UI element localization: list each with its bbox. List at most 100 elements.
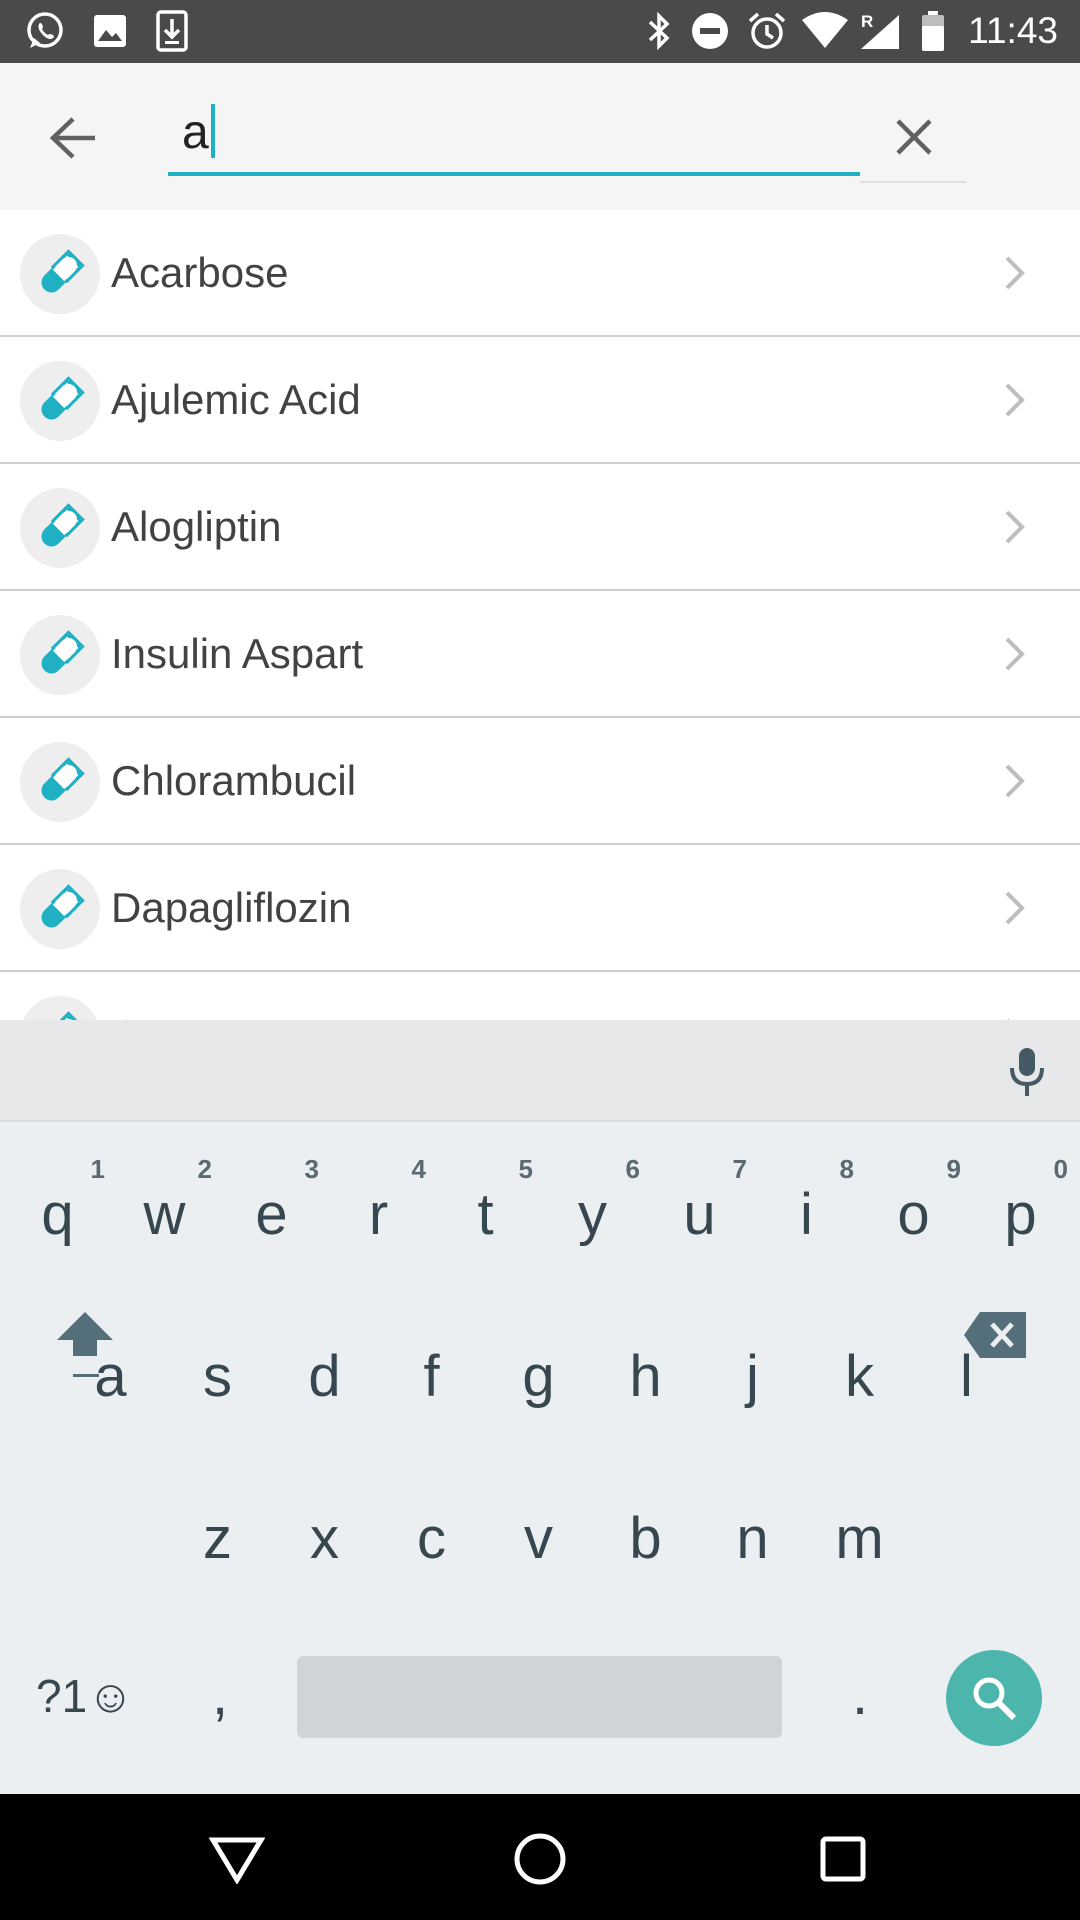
key-z[interactable]: z [164,1482,271,1602]
key-h[interactable]: h [592,1320,699,1440]
symbols-emoji-key[interactable]: ?1☺ [36,1668,134,1724]
key-w[interactable]: w2 [111,1154,218,1278]
wifi-icon [800,10,850,52]
key-label: b [629,1506,662,1571]
space-key[interactable] [297,1656,782,1738]
search-toolbar: a [0,63,1080,210]
key-label: e [255,1182,288,1247]
key-label: l [960,1344,973,1409]
key-hint: 8 [839,1154,854,1184]
result-row[interactable]: Insulin Aspart [0,591,1080,718]
key-t[interactable]: t5 [432,1154,539,1278]
key-f[interactable]: f [378,1320,485,1440]
key-label: o [897,1182,930,1247]
comma-key[interactable]: , [190,1660,250,1740]
result-label: Insulin Aspart [111,630,364,677]
search-input[interactable]: a [168,95,860,175]
key-label: d [308,1344,341,1409]
pill-icon [41,1011,85,1020]
key-r[interactable]: r4 [325,1154,432,1278]
result-row[interactable]: Chlorambucil [0,718,1080,845]
result-row[interactable]: Alogliptin [0,464,1080,591]
key-g[interactable]: g [485,1320,592,1440]
key-y[interactable]: y6 [539,1154,646,1278]
key-c[interactable]: c [378,1482,485,1602]
text-caret [210,104,215,159]
key-label: j [746,1344,759,1409]
voice-input-button[interactable] [996,1042,1058,1104]
pill-icon [41,503,85,547]
key-label: q [41,1182,74,1247]
key-label: c [417,1506,446,1571]
key-hint: 3 [304,1154,319,1184]
key-label: , [211,1662,229,1727]
key-n[interactable]: n [699,1482,806,1602]
bluetooth-icon [644,10,674,52]
key-e[interactable]: e3 [218,1154,325,1278]
key-hint: 9 [946,1154,961,1184]
chevron-right-icon [998,883,1032,933]
result-row[interactable]: Dapagliflozin [0,845,1080,972]
microphone-icon [1010,1048,1044,1096]
key-label: f [423,1344,440,1409]
result-row[interactable]: Ajulemic Acid [0,337,1080,464]
key-q[interactable]: q1 [4,1154,111,1278]
pill-avatar [20,234,100,314]
key-label: h [629,1344,662,1409]
key-s[interactable]: s [164,1320,271,1440]
close-icon [896,119,932,155]
screen: R 11:43 a Acarbose Ajulemic Acid Aloglipti… [0,0,1080,1920]
key-d[interactable]: d [271,1320,378,1440]
result-label: Acarbose [111,249,289,296]
results-list[interactable]: Acarbose Ajulemic Acid Alogliptin Insulin A… [0,210,1080,1020]
status-bar: R 11:43 [0,0,1080,63]
suggestion-strip [0,1020,1080,1122]
key-label: p [1004,1182,1037,1247]
search-query[interactable]: a [182,104,215,162]
period-key[interactable]: . [830,1660,890,1740]
key-label: w [143,1182,186,1247]
key-label: x [310,1506,339,1571]
pill-avatar [20,996,100,1020]
key-label: a [94,1344,127,1409]
key-m[interactable]: m [806,1482,913,1602]
key-v[interactable]: v [485,1482,592,1602]
result-label: Alogliptin [111,503,282,550]
key-i[interactable]: i8 [753,1154,860,1278]
circle-home-icon [514,1833,566,1885]
do-not-disturb-icon [690,10,730,52]
key-j[interactable]: j [699,1320,806,1440]
key-u[interactable]: u7 [646,1154,753,1278]
key-b[interactable]: b [592,1482,699,1602]
clear-button[interactable] [878,101,950,173]
key-label: s [203,1344,232,1409]
key-label: . [851,1662,869,1727]
image-icon [90,10,130,52]
key-x[interactable]: x [271,1482,378,1602]
nav-home-button[interactable] [505,1824,575,1894]
key-label: v [524,1506,553,1571]
key-l[interactable]: l [913,1320,1020,1440]
result-row[interactable]: C [0,972,1080,1020]
whatsapp-icon [22,10,68,52]
key-hint: 4 [411,1154,426,1184]
result-row[interactable]: Acarbose [0,210,1080,337]
key-label: r [368,1182,389,1247]
key-a[interactable]: a [57,1320,164,1440]
triangle-back-icon [209,1837,265,1884]
nav-back-button[interactable] [202,1824,272,1894]
search-input-underline-rest [860,181,966,183]
pill-avatar [20,488,100,568]
key-hint: 6 [625,1154,640,1184]
alarm-icon [746,10,788,52]
key-o[interactable]: o9 [860,1154,967,1278]
back-button[interactable] [38,103,108,173]
key-hint: 2 [197,1154,212,1184]
signal-icon: R [858,10,904,52]
key-k[interactable]: k [806,1320,913,1440]
search-action-button[interactable] [946,1650,1042,1746]
nav-recents-button[interactable] [808,1824,878,1894]
result-label: C [111,1010,141,1020]
key-p[interactable]: p0 [967,1154,1074,1278]
key-label: m [835,1506,884,1571]
